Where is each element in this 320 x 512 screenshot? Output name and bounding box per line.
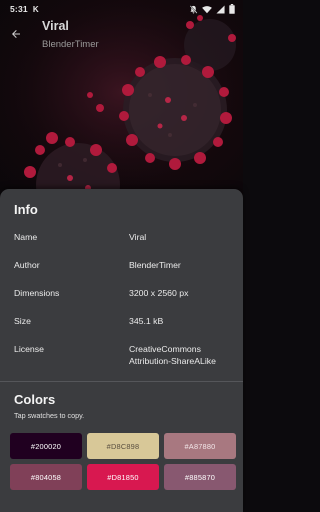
info-label-author: Author [14,260,40,270]
info-label-name: Name [14,232,38,242]
info-bottom-sheet: Info Name Viral Author BlenderTimer Dime… [0,189,243,512]
app-bar: Viral BlenderTimer [0,18,243,58]
color-swatch[interactable]: #200020 [10,433,82,459]
status-bar: 5:31 K [0,0,243,18]
page-subtitle: BlenderTimer [42,39,99,50]
page-title: Viral [42,19,69,33]
info-label-dimensions: Dimensions [14,288,60,298]
back-button[interactable] [6,24,26,44]
cellular-signal-icon [216,4,225,14]
color-swatch[interactable]: #804058 [10,464,82,490]
colors-heading: Colors [14,392,56,407]
color-swatch[interactable]: #885870 [164,464,236,490]
arrow-back-icon [12,30,20,38]
info-value-dimensions: 3200 x 2560 px [129,288,189,298]
info-value-size: 345.1 kB [129,316,164,326]
info-value-name: Viral [129,232,147,242]
battery-icon [229,4,235,14]
color-swatch[interactable]: #D8C898 [87,433,159,459]
section-divider [0,381,243,382]
color-swatch-grid: #200020 #D8C898 #A87880 #804058 #D81850 … [10,433,236,490]
colors-hint: Tap swatches to copy. [14,411,85,420]
color-swatch[interactable]: #D81850 [87,464,159,490]
info-label-size: Size [14,316,31,326]
color-swatch[interactable]: #A87880 [164,433,236,459]
info-label-license: License [14,344,44,354]
info-value-author: BlenderTimer [129,260,181,270]
notifications-off-icon [189,4,198,14]
status-time: 5:31 [10,4,28,14]
info-heading: Info [14,202,38,217]
notification-glyph: K [32,4,39,14]
info-value-license: CreativeCommons Attribution-ShareALike [129,344,216,366]
wifi-icon [202,5,212,13]
